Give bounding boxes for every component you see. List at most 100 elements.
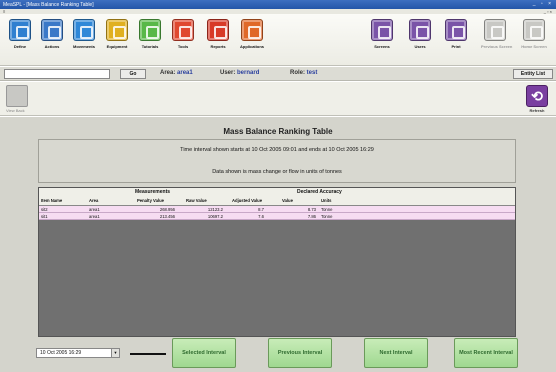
previous-screen-icon xyxy=(484,19,506,41)
content-area: Mass Balance Ranking Table Time interval… xyxy=(0,117,556,372)
table-row[interactable]: sit2 area1 268.956 12123.2 8.7 8.73 Tonn… xyxy=(39,206,515,213)
cell-adjusted-value: 8.7 xyxy=(258,207,264,212)
cell-units: Tonne xyxy=(321,214,333,219)
selected-interval-button[interactable]: Selected Interval xyxy=(172,338,236,368)
cell-units: Tonne xyxy=(321,207,333,212)
time-interval-text: Time interval shown starts at 10 Oct 200… xyxy=(180,147,374,153)
equipment-icon xyxy=(106,19,128,41)
entity-list-button[interactable]: Entity List xyxy=(513,69,553,79)
column-header-area[interactable]: Area xyxy=(89,198,98,203)
toolbar-button-tutorials[interactable]: Tutorials xyxy=(136,19,164,49)
toolbar-button-previous-screen[interactable]: Previous Screen xyxy=(481,19,512,49)
column-header-value[interactable]: Value xyxy=(282,198,293,203)
toolbar-label: Equipment xyxy=(106,44,128,49)
area-info: Area: area1 xyxy=(160,70,193,76)
column-header-raw-value[interactable]: Raw Value xyxy=(186,198,207,203)
toolbar-label: Movements xyxy=(72,44,95,49)
home-screen-icon xyxy=(523,19,545,41)
users-icon xyxy=(409,19,431,41)
cell-value: 7.86 xyxy=(307,214,316,219)
divider-line xyxy=(130,353,166,355)
window-title-bar: MeaSPL - [Mass Balance Ranking Table] _ … xyxy=(0,0,556,9)
user-label: User: xyxy=(220,70,236,76)
toolbar-button-applications[interactable]: Applications xyxy=(238,19,266,49)
applications-icon xyxy=(241,19,263,41)
toolbar-button-users[interactable]: Users xyxy=(406,19,434,49)
toolbar-label: Tools xyxy=(177,44,189,49)
entity-search-input[interactable] xyxy=(4,69,110,79)
cell-penalty-value: 268.956 xyxy=(159,207,175,212)
toolbar-button-actions[interactable]: Actions xyxy=(38,19,66,49)
data-shown-text: Data shown is mass change or flow in uni… xyxy=(212,169,342,175)
chevron-down-icon[interactable]: ▼ xyxy=(111,349,119,357)
interval-date-value: 10 Oct 2005 16:29 xyxy=(40,350,82,356)
define-icon xyxy=(9,19,31,41)
toolbar-button-define[interactable]: Define xyxy=(6,19,34,49)
window-controls[interactable]: _ ▫ × xyxy=(533,1,553,7)
cell-area: area1 xyxy=(89,207,100,212)
previous-interval-button[interactable]: Previous Interval xyxy=(268,338,332,368)
tutorials-icon xyxy=(139,19,161,41)
column-header-item-name[interactable]: Item Name xyxy=(41,198,62,203)
print-icon xyxy=(445,19,467,41)
next-interval-button[interactable]: Next Interval xyxy=(364,338,428,368)
view-back-label: View Back xyxy=(6,108,25,113)
interval-date-select[interactable]: 10 Oct 2005 16:29 ▼ xyxy=(36,348,120,358)
cell-value: 8.73 xyxy=(307,207,316,212)
cell-area: area1 xyxy=(89,214,100,219)
actions-icon xyxy=(41,19,63,41)
group-header-declared-accuracy: Declared Accuracy xyxy=(297,189,342,195)
toolbar-button-print[interactable]: Print xyxy=(442,19,470,49)
toolbar-label: Tutorials xyxy=(141,44,159,49)
user-info: User: bernard xyxy=(220,70,259,76)
column-header-adjusted-value[interactable]: Adjusted Value xyxy=(232,198,262,203)
toolbar-button-movements[interactable]: Movements xyxy=(70,19,98,49)
movements-icon xyxy=(73,19,95,41)
toolbar-label: Applications xyxy=(239,44,264,49)
role-label: Role: xyxy=(290,70,305,76)
sub-toolbar: View Back ⟲ Refresh xyxy=(0,82,556,116)
toolbar-label: Reports xyxy=(210,44,226,49)
cell-raw-value: 12123.2 xyxy=(207,207,223,212)
role-value: test xyxy=(306,70,318,76)
refresh-icon[interactable]: ⟲ xyxy=(526,85,548,107)
cell-item-name: sit2 xyxy=(41,207,48,212)
toolbar-button-equipment[interactable]: Equipment xyxy=(103,19,131,49)
role-info: Role: test xyxy=(290,70,317,76)
context-bar: Go Area: area1 User: bernard Role: test … xyxy=(0,67,556,81)
toolbar-label: Home Screen xyxy=(521,44,547,49)
toolbar-label: Screens xyxy=(374,44,390,49)
toolbar-label: Define xyxy=(13,44,27,49)
toolbar-label: Users xyxy=(414,44,426,49)
cell-adjusted-value: 7.6 xyxy=(258,214,264,219)
main-toolbar: Define Actions Movements Equipment Tutor… xyxy=(0,14,556,66)
toolbar-button-screens[interactable]: Screens xyxy=(368,19,396,49)
toolbar-button-reports[interactable]: Reports xyxy=(204,19,232,49)
toolbar-label: Actions xyxy=(44,44,60,49)
go-button[interactable]: Go xyxy=(120,69,146,79)
toolbar-label: Print xyxy=(451,44,461,49)
column-header-penalty-value[interactable]: Penalty Value xyxy=(137,198,164,203)
screens-icon xyxy=(371,19,393,41)
page-title: Mass Balance Ranking Table xyxy=(223,127,333,136)
table-header: Measurements Declared Accuracy Item Name… xyxy=(39,188,515,206)
tools-icon xyxy=(172,19,194,41)
reports-icon xyxy=(207,19,229,41)
cell-penalty-value: 213.456 xyxy=(159,214,175,219)
table-row[interactable]: sit1 area1 213.456 10697.2 7.6 7.86 Tonn… xyxy=(39,213,515,220)
most-recent-interval-button[interactable]: Most Recent Interval xyxy=(454,338,518,368)
ranking-table: Measurements Declared Accuracy Item Name… xyxy=(38,187,516,337)
toolbar-button-tools[interactable]: Tools xyxy=(169,19,197,49)
info-panel: Time interval shown starts at 10 Oct 200… xyxy=(38,139,516,183)
area-value: area1 xyxy=(177,70,193,76)
cell-item-name: sit1 xyxy=(41,214,48,219)
group-header-measurements: Measurements xyxy=(135,189,171,195)
view-back-icon[interactable] xyxy=(6,85,28,107)
column-header-units[interactable]: Units xyxy=(321,198,331,203)
area-label: Area: xyxy=(160,70,176,76)
user-value: bernard xyxy=(237,70,260,76)
window-title: MeaSPL - [Mass Balance Ranking Table] xyxy=(3,2,94,8)
toolbar-button-home-screen[interactable]: Home Screen xyxy=(520,19,548,49)
refresh-label: Refresh xyxy=(529,108,545,113)
cell-raw-value: 10697.2 xyxy=(207,214,223,219)
